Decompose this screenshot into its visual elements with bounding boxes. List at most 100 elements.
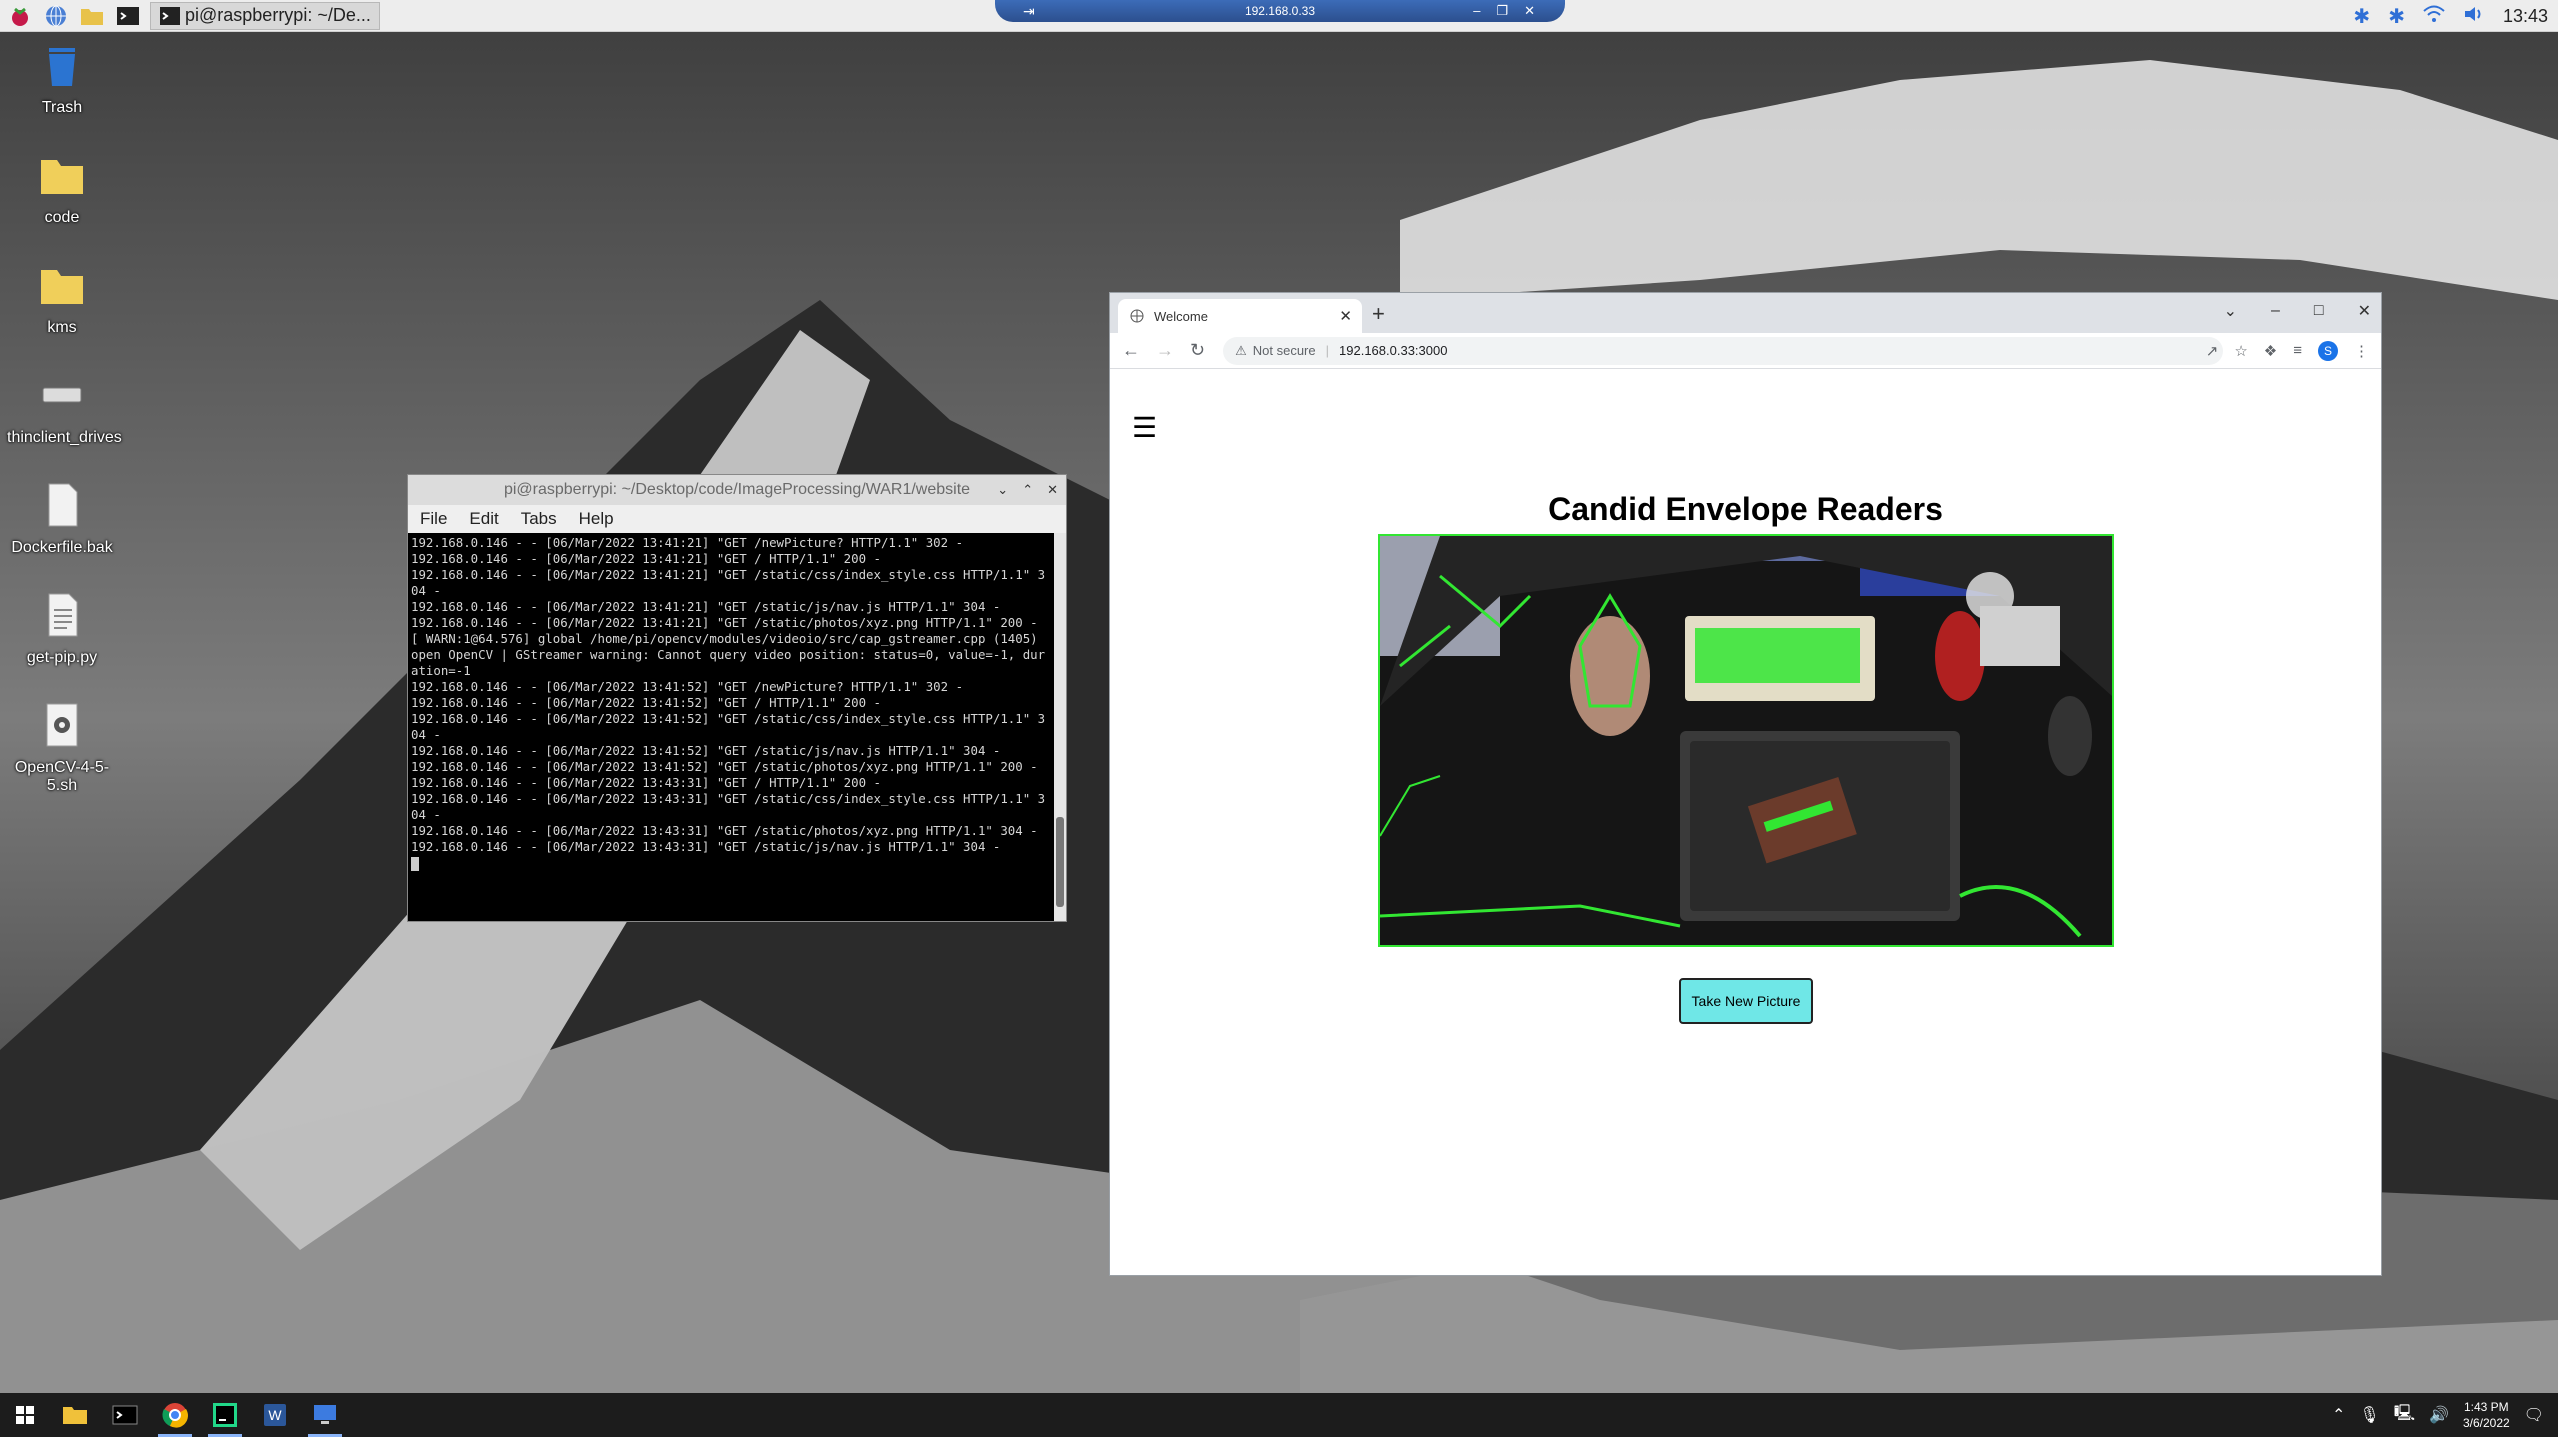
browser-tab-welcome[interactable]: Welcome ✕: [1118, 299, 1362, 333]
menu-tabs[interactable]: Tabs: [521, 509, 557, 529]
speaker-icon[interactable]: 🔊: [2429, 1405, 2449, 1425]
url-text[interactable]: 192.168.0.33:3000: [1339, 343, 1447, 358]
terminal-log: 192.168.0.146 - - [06/Mar/2022 13:41:21]…: [411, 535, 1046, 854]
tab-title: Welcome: [1154, 308, 1208, 324]
minimize-icon[interactable]: –: [2271, 302, 2280, 320]
terminal-window[interactable]: pi@raspberrypi: ~/Desktop/code/ImageProc…: [407, 474, 1067, 922]
taskbar-clock[interactable]: 1:43 PM 3/6/2022: [2463, 1399, 2510, 1431]
close-icon[interactable]: ✕: [1047, 482, 1058, 498]
desktop-icon-dockerfile-bak[interactable]: Dockerfile.bak: [0, 482, 124, 557]
notifications-icon[interactable]: 🗨: [2524, 1405, 2544, 1425]
windows-taskbar: W ⌃ 🎙 🖳 🔊 1:43 PM 3/6/2022 🗨: [0, 1393, 2558, 1437]
folder-icon: [41, 160, 83, 194]
desktop-icon-label: OpenCV-4-5-5.sh: [14, 759, 110, 794]
maximize-icon[interactable]: □: [2314, 302, 2324, 320]
warning-icon[interactable]: ⚠: [1235, 343, 1247, 359]
terminal-launch-icon[interactable]: [112, 0, 144, 32]
microphone-icon[interactable]: 🎙: [2359, 1405, 2379, 1425]
terminal-cursor: [411, 856, 419, 871]
maximize-icon[interactable]: ⌃: [1022, 482, 1033, 498]
menu-edit[interactable]: Edit: [469, 509, 498, 529]
terminal-titlebar[interactable]: pi@raspberrypi: ~/Desktop/code/ImageProc…: [408, 475, 1066, 505]
bookmark-star-icon[interactable]: ☆: [2234, 342, 2247, 360]
vnc-minimize-icon[interactable]: –: [1473, 3, 1480, 19]
terminal-task[interactable]: [100, 1393, 150, 1437]
vnc-close-icon[interactable]: ✕: [1524, 3, 1535, 19]
share-icon[interactable]: ↗: [2206, 342, 2219, 360]
address-bar[interactable]: ⚠ Not secure | 192.168.0.33:3000: [1223, 336, 2224, 365]
hamburger-menu-icon[interactable]: ☰: [1132, 411, 1157, 444]
desktop-icon-code[interactable]: code: [0, 152, 124, 227]
browser-window[interactable]: Welcome ✕ + ⌄ – □ ✕ ← → ↻ ⚠ Not secure |…: [1109, 292, 2382, 1276]
photo-image: [1380, 536, 2112, 945]
reading-list-icon[interactable]: ≡: [2293, 342, 2302, 359]
tab-close-icon[interactable]: ✕: [1339, 307, 1352, 325]
desktop-icon-get-pip[interactable]: get-pip.py: [0, 592, 124, 667]
pycharm-task[interactable]: [200, 1393, 250, 1437]
remote-desktop-task[interactable]: [300, 1393, 350, 1437]
tab-search-icon[interactable]: ⌄: [2224, 301, 2237, 321]
globe-icon: [1130, 309, 1144, 323]
desktop-icon-opencv-script[interactable]: OpenCV-4-5-5.sh: [0, 702, 124, 795]
new-tab-icon[interactable]: +: [1372, 301, 1385, 327]
raspberry-menu-icon[interactable]: [4, 0, 36, 32]
web-browser-icon[interactable]: [40, 0, 72, 32]
bluetooth-icon-2[interactable]: ✱: [2388, 4, 2405, 29]
file-explorer-task[interactable]: [50, 1393, 100, 1437]
clock-date: 3/6/2022: [2462, 1416, 2510, 1430]
desktop-icon-label: Dockerfile.bak: [11, 539, 113, 556]
volume-icon[interactable]: [2463, 5, 2485, 28]
terminal-title: pi@raspberrypi: ~/Desktop/code/ImageProc…: [503, 481, 971, 498]
bluetooth-icon[interactable]: ✱: [2353, 4, 2370, 29]
profile-avatar[interactable]: S: [2318, 340, 2338, 361]
browser-toolbar: ← → ↻ ⚠ Not secure | 192.168.0.33:3000 ↗…: [1110, 333, 2381, 369]
folder-icon: [63, 1407, 87, 1424]
rpi-tray: ✱ ✱ 13:43: [2353, 0, 2548, 32]
word-task[interactable]: W: [250, 1393, 300, 1437]
text-file-icon: [48, 593, 78, 637]
security-label[interactable]: Not secure: [1253, 343, 1316, 358]
start-button[interactable]: [0, 1393, 50, 1437]
desktop-icon-label: thinclient_drives: [7, 429, 122, 446]
vnc-restore-icon[interactable]: ❐: [1496, 3, 1508, 19]
desktop-icon-thinclient-drives[interactable]: thinclient_drives: [0, 372, 124, 447]
vnc-connection-bar[interactable]: ⇥ 192.168.0.33 – ❐ ✕: [995, 0, 1565, 22]
web-page: ☰ Candid Envelope Readers Take New Pictu…: [1110, 371, 2381, 1275]
pin-icon[interactable]: ⇥: [1023, 3, 1035, 20]
take-new-picture-button[interactable]: Take New Picture: [1679, 978, 1813, 1024]
wifi-icon[interactable]: [2423, 5, 2445, 28]
terminal-menubar: File Edit Tabs Help: [408, 505, 1066, 533]
trash-icon: [49, 48, 75, 86]
desktop-icon-label: get-pip.py: [26, 649, 98, 666]
remote-desktop-icon: [314, 1405, 336, 1424]
windows-logo-icon: [16, 1406, 34, 1424]
desktop-icon-kms[interactable]: kms: [0, 262, 124, 337]
reload-icon[interactable]: ↻: [1190, 340, 1205, 361]
folder-icon: [41, 270, 83, 304]
chrome-task[interactable]: [150, 1393, 200, 1437]
taskbar-terminal-task[interactable]: pi@raspberrypi: ~/De...: [150, 1, 380, 30]
task-label: pi@raspberrypi: ~/De...: [185, 5, 371, 25]
terminal-output[interactable]: 192.168.0.146 - - [06/Mar/2022 13:41:21]…: [408, 533, 1054, 921]
desktop-icon-trash[interactable]: Trash: [0, 42, 124, 117]
desktop-icon-label: code: [44, 209, 80, 226]
extensions-icon[interactable]: ❖: [2264, 342, 2277, 360]
chrome-icon: [162, 1403, 188, 1428]
forward-icon[interactable]: →: [1156, 340, 1174, 361]
drive-icon: [42, 387, 82, 403]
panel-clock[interactable]: 13:43: [2503, 6, 2548, 27]
back-icon[interactable]: ←: [1122, 340, 1140, 361]
minimize-icon[interactable]: ⌄: [997, 482, 1008, 498]
menu-file[interactable]: File: [420, 509, 447, 529]
menu-help[interactable]: Help: [579, 509, 614, 529]
close-icon[interactable]: ✕: [2358, 301, 2371, 321]
desktop-icon-label: Trash: [41, 99, 83, 116]
scrollbar-thumb[interactable]: [1056, 817, 1064, 907]
file-manager-icon[interactable]: [76, 0, 108, 32]
terminal-scrollbar[interactable]: [1054, 533, 1066, 921]
more-menu-icon[interactable]: ⋮: [2354, 342, 2369, 360]
tray-expand-icon[interactable]: ⌃: [2332, 1405, 2345, 1425]
desktop-icon-label: kms: [47, 319, 77, 336]
terminal-icon: [112, 1405, 138, 1425]
network-icon[interactable]: 🖳: [2394, 1402, 2415, 1429]
